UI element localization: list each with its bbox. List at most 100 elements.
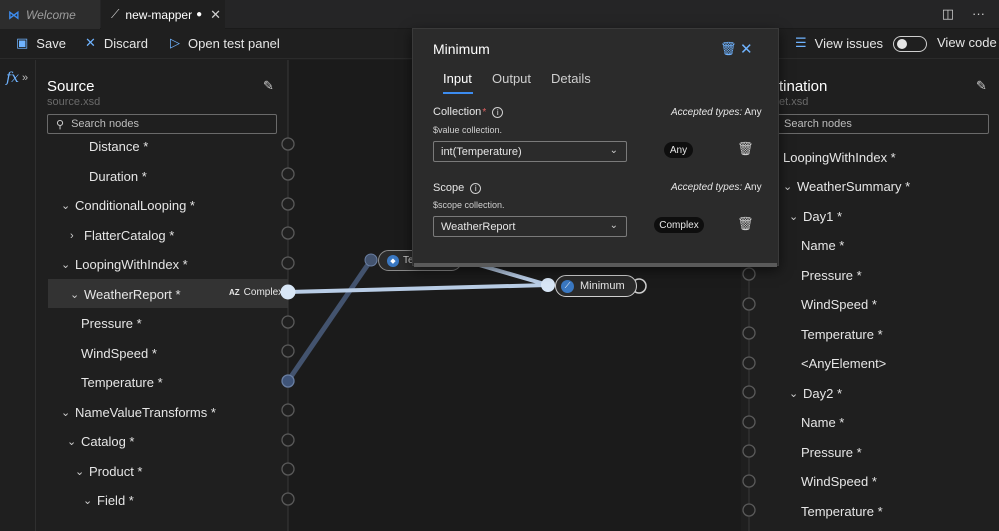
dest-node-day1[interactable]: ⌄ Day1 *: [789, 209, 842, 224]
handle: [742, 415, 756, 429]
node-label: Distance *: [89, 139, 149, 154]
accepted-types-value: Any: [744, 107, 762, 118]
active-tab-indicator: [443, 92, 473, 94]
source-schema-panel: Source source.xsd ✎ ⚲ AZ Complex Distanc…: [37, 60, 288, 531]
source-search[interactable]: ⚲: [47, 114, 277, 134]
scope-value: WeatherReport: [441, 220, 516, 233]
collapse-chevron-icon[interactable]: ⌄: [61, 406, 70, 419]
save-button[interactable]: ▣ Save: [16, 35, 66, 51]
collapse-chevron-icon[interactable]: ⌄: [789, 387, 798, 400]
node-label: WeatherReport *: [84, 287, 181, 302]
scope-dropdown[interactable]: WeatherReport ⌄: [433, 216, 627, 237]
discard-button[interactable]: ✕ Discard: [85, 35, 148, 51]
remove-collection-icon[interactable]: 🗑: [737, 141, 754, 157]
view-code-label: View code: [937, 35, 997, 50]
dest-node-day2-name[interactable]: Name *: [801, 415, 844, 430]
collection-description: $value collection.: [433, 125, 503, 135]
dest-node-day2-pressure[interactable]: Pressure *: [801, 445, 862, 460]
minimum-function-node[interactable]: ⟋ Minimum: [555, 275, 637, 297]
dest-node-day1-name[interactable]: Name *: [801, 238, 844, 253]
remove-scope-icon[interactable]: 🗑: [737, 216, 754, 232]
dest-node-day2-wind-speed[interactable]: WindSpeed *: [801, 474, 877, 489]
view-code-toggle[interactable]: [893, 36, 927, 52]
node-label: Day1 *: [803, 209, 843, 224]
weather-report-type-badge: AZ Complex: [229, 287, 283, 298]
dest-node-day2[interactable]: ⌄ Day2 *: [789, 386, 842, 401]
scope-accepted-types: Accepted types: Any: [671, 182, 762, 193]
node-label: Temperature *: [801, 327, 883, 342]
expand-chevron-icon[interactable]: ›: [70, 230, 78, 242]
source-node-distance[interactable]: Distance *: [89, 139, 148, 154]
source-node-conditional-looping[interactable]: ⌄ ConditionalLooping *: [61, 198, 195, 213]
node-label: WeatherSummary *: [797, 179, 911, 194]
delete-function-icon[interactable]: 🗑: [720, 41, 737, 57]
open-test-panel-button[interactable]: ▷ Open test panel: [170, 35, 280, 51]
tab-details[interactable]: Details: [551, 71, 591, 86]
destination-search-input[interactable]: [784, 118, 954, 130]
tab-input[interactable]: Input: [443, 71, 472, 86]
source-node-looping-with-index[interactable]: ⌄ LoopingWithIndex *: [61, 257, 188, 272]
destination-title: tination: [779, 78, 828, 95]
destination-handles: [742, 267, 756, 517]
function-icon[interactable]: fx: [6, 70, 19, 86]
expand-chevron-icon[interactable]: »: [22, 72, 28, 84]
source-node-temperature[interactable]: Temperature *: [81, 375, 163, 390]
tab-welcome[interactable]: ⋈ Welcome: [0, 0, 100, 29]
node-label: WindSpeed *: [801, 297, 877, 312]
info-icon[interactable]: i: [470, 182, 482, 194]
collapse-chevron-icon[interactable]: ⌄: [61, 258, 70, 271]
accepted-types-value: Any: [744, 182, 762, 193]
tab-new-mapper[interactable]: ⟋ new-mapper ● ✕: [101, 0, 225, 29]
source-node-product[interactable]: ⌄ Product *: [75, 464, 142, 479]
dest-node-day1-temperature[interactable]: Temperature *: [801, 327, 883, 342]
tab-output[interactable]: Output: [492, 71, 531, 86]
collapse-chevron-icon[interactable]: ⌄: [70, 288, 79, 301]
popup-title: Minimum: [433, 41, 490, 57]
edit-source-icon[interactable]: ✎: [263, 78, 274, 94]
collapse-chevron-icon[interactable]: ⌄: [61, 199, 70, 212]
dest-node-any-element[interactable]: <AnyElement>: [801, 356, 886, 371]
mapper-icon: ⟋: [111, 7, 120, 21]
collapse-chevron-icon[interactable]: ⌄: [783, 180, 792, 193]
minimum-function-label: Minimum: [580, 280, 625, 292]
popup-horizontal-scrollbar[interactable]: [414, 263, 777, 267]
dest-node-day1-pressure[interactable]: Pressure *: [801, 268, 862, 283]
dest-node-looping-with-index[interactable]: LoopingWithIndex *: [783, 150, 896, 165]
more-actions-icon[interactable]: ···: [972, 6, 985, 22]
source-node-flatter-catalog[interactable]: › FlatterCatalog *: [70, 228, 174, 243]
info-icon[interactable]: i: [492, 106, 504, 118]
split-editor-icon[interactable]: ◫: [942, 6, 954, 22]
save-label: Save: [36, 35, 66, 51]
source-node-wind-speed[interactable]: WindSpeed *: [81, 346, 157, 361]
source-node-name-value-transforms[interactable]: ⌄ NameValueTransforms *: [61, 405, 216, 420]
source-node-duration[interactable]: Duration *: [89, 169, 147, 184]
close-popup-icon[interactable]: ✕: [740, 40, 753, 58]
node-label: NameValueTransforms *: [75, 405, 216, 420]
collapse-chevron-icon[interactable]: ⌄: [75, 465, 84, 478]
source-node-field[interactable]: ⌄ Field *: [83, 493, 134, 508]
dest-node-day2-temperature[interactable]: Temperature *: [801, 504, 883, 519]
collapse-chevron-icon[interactable]: ⌄: [67, 435, 76, 448]
collapse-chevron-icon[interactable]: ⌄: [83, 494, 92, 507]
dest-node-day1-wind-speed[interactable]: WindSpeed *: [801, 297, 877, 312]
collection-type-pill: Any: [664, 142, 693, 158]
accepted-types-label: Accepted types:: [671, 107, 743, 118]
source-node-catalog[interactable]: ⌄ Catalog *: [67, 434, 134, 449]
handle: [742, 503, 756, 517]
dest-node-weather-summary[interactable]: ⌄ WeatherSummary *: [783, 179, 910, 194]
collection-dropdown[interactable]: int(Temperature) ⌄: [433, 141, 627, 162]
destination-search[interactable]: [777, 114, 989, 134]
source-search-input[interactable]: [71, 118, 242, 130]
handle: [742, 267, 756, 281]
source-node-weather-report[interactable]: ⌄ WeatherReport *: [70, 287, 181, 302]
source-node-pressure[interactable]: Pressure *: [81, 316, 142, 331]
close-tab-icon[interactable]: ✕: [210, 7, 221, 23]
function-node-icon: ◆: [387, 254, 399, 267]
collapse-chevron-icon[interactable]: ⌄: [789, 210, 798, 223]
edit-destination-icon[interactable]: ✎: [976, 78, 987, 94]
view-issues-button[interactable]: ☰ View issues: [795, 35, 883, 51]
node-label: Pressure *: [801, 445, 862, 460]
node-label: Catalog *: [81, 434, 135, 449]
discard-icon: ✕: [85, 35, 96, 50]
node-label: FlatterCatalog *: [84, 228, 175, 243]
